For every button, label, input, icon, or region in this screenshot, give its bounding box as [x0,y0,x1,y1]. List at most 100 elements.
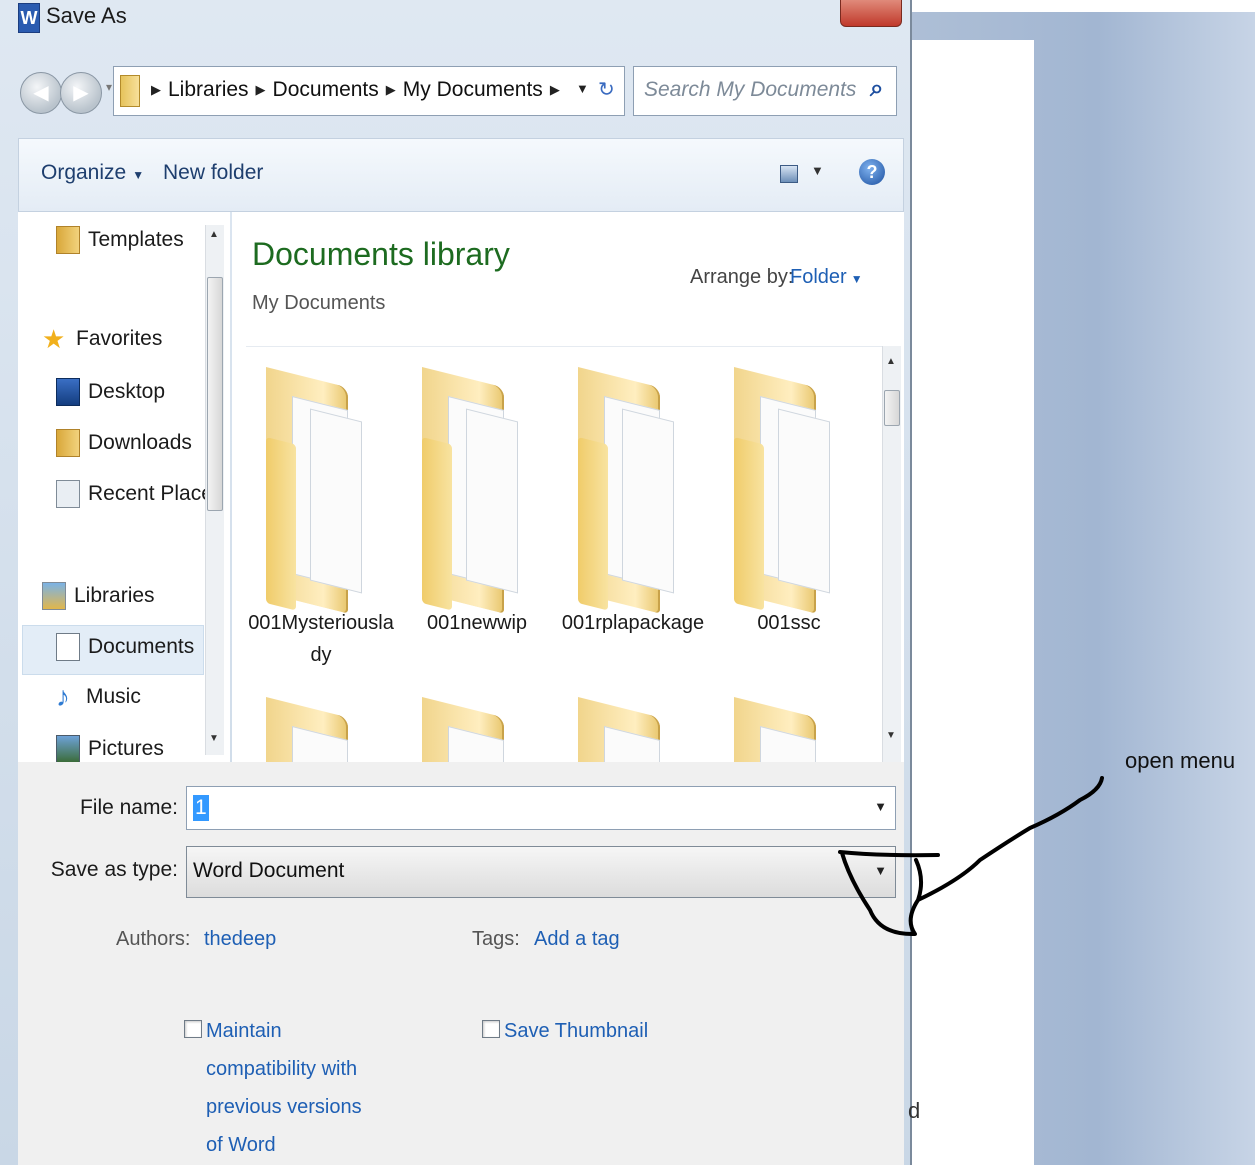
nav-item-label: Downloads [88,431,192,454]
tags-input[interactable]: Add a tag [534,928,620,951]
nav-item-label: Libraries [74,584,155,607]
word-app-icon: W [18,3,40,33]
folder-item[interactable] [558,677,708,762]
star-icon: ★ [42,324,66,354]
folder-icon [578,697,674,762]
folder-item[interactable]: 001newwip [402,347,552,677]
recent-pages-dropdown-icon[interactable]: ▾ [106,80,112,94]
file-name-input[interactable]: 1 ▼ [186,786,896,830]
folder-icon [422,367,518,614]
search-input[interactable]: Search My Documents ⌕ [633,66,897,116]
window-title: Save As [46,3,127,28]
word-document-page [905,40,1034,1165]
chevron-down-icon: ▼ [850,272,863,286]
authors-value[interactable]: thedeep [204,928,276,951]
nav-pane-scrollbar[interactable]: ▲ ▼ [205,225,224,755]
downloads-icon [56,429,80,457]
folder-icon [734,367,830,614]
folder-icon [56,226,80,254]
chevron-right-icon: ▶ [151,82,161,97]
nav-item-libraries[interactable]: Libraries [42,582,155,626]
arrange-by-dropdown[interactable]: Folder ▼ [790,266,863,289]
refresh-icon[interactable]: ↻ [598,77,615,102]
nav-item-templates[interactable]: Templates [56,226,184,270]
save-as-dialog: W Save As ◀ ▶ ▾ ▶ Libraries ▶ Documents ▶ My … [0,0,912,1165]
authors-label: Authors: [116,928,191,950]
folder-icon [422,697,518,762]
content-scrollbar[interactable]: ▲ ▼ [882,346,901,762]
chevron-right-icon[interactable]: ▶ [386,82,396,97]
tags-label: Tags: [472,928,520,950]
word-document-text: d [908,1098,921,1123]
save-as-type-label: Save as type: [50,858,178,881]
library-subtitle: My Documents [252,292,386,314]
close-button[interactable] [840,0,902,27]
file-name-label: File name: [79,796,178,819]
nav-item-favorites[interactable]: ★ Favorites [42,326,162,370]
folder-item[interactable] [402,677,552,762]
scrollbar-thumb[interactable] [884,390,900,426]
address-dropdown-icon[interactable]: ▼ [576,81,589,96]
nav-item-label: Pictures [88,737,164,760]
breadcrumb-libraries[interactable]: Libraries [168,78,249,101]
nav-item-desktop[interactable]: Desktop [56,378,165,422]
scroll-down-icon[interactable]: ▼ [886,730,896,741]
save-thumbnail-checkbox[interactable] [482,1020,500,1038]
annotation-open-menu: open menu [1125,748,1236,773]
chevron-down-icon: ▼ [132,168,145,182]
folder-item[interactable]: 001Mysteriouslady [246,347,396,677]
change-view-icon[interactable] [780,165,798,183]
pictures-icon [56,735,80,762]
chevron-down-icon[interactable]: ▼ [874,863,887,878]
breadcrumb: ▶ Libraries ▶ Documents ▶ My Documents ▶ [144,78,567,102]
folder-icon [734,697,830,762]
nav-item-label: Music [86,685,141,708]
folder-name: 001rplapackage [561,612,705,634]
folder-name: 001newwip [426,612,528,634]
breadcrumb-documents[interactable]: Documents [273,78,379,101]
chevron-down-icon[interactable]: ▼ [874,799,887,814]
scroll-up-icon[interactable]: ▲ [209,229,219,240]
folder-item[interactable]: 001ssc [714,347,864,677]
address-bar[interactable]: ▶ Libraries ▶ Documents ▶ My Documents ▶ ▼ ↻ [113,66,625,116]
title-bar: W Save As [0,0,910,36]
chevron-right-icon[interactable]: ▶ [550,82,560,97]
scroll-down-icon[interactable]: ▼ [209,733,219,744]
view-options-dropdown-icon[interactable]: ▼ [811,163,824,178]
save-as-type-value: Word Document [193,859,345,882]
nav-item-label: Templates [88,228,184,251]
navigation-buttons: ◀ ▶ ▾ [20,66,112,124]
save-as-type-select[interactable]: Word Document ▼ [186,846,896,898]
file-name-value: 1 [193,795,209,821]
save-thumbnail-label[interactable]: Save Thumbnail [504,1012,648,1050]
breadcrumb-my-documents[interactable]: My Documents [403,78,543,101]
arrange-by-value: Folder [790,266,847,288]
document-icon [56,633,80,661]
nav-item-recent-places[interactable]: Recent Places [56,480,223,524]
nav-item-documents[interactable]: Documents [56,633,194,677]
back-button[interactable]: ◀ [20,72,62,114]
search-icon[interactable]: ⌕ [870,75,883,103]
folder-icon [578,367,674,614]
organize-button[interactable]: Organize ▼ [41,161,144,185]
nav-item-downloads[interactable]: Downloads [56,429,192,473]
desktop-icon [56,378,80,406]
forward-button[interactable]: ▶ [60,72,102,114]
scroll-up-icon[interactable]: ▲ [886,356,896,367]
command-toolbar: Organize ▼ New folder ▼ ? [18,138,904,212]
folder-icon [266,367,362,614]
chevron-right-icon[interactable]: ▶ [256,82,266,97]
organize-label: Organize [41,161,127,184]
folder-item[interactable]: 001rplapackage [558,347,708,677]
folder-item[interactable] [714,677,864,762]
maintain-compatibility-label[interactable]: Maintain compatibility with previous ver… [206,1012,366,1164]
nav-item-music[interactable]: ♪ Music [56,681,141,728]
new-folder-button[interactable]: New folder [163,161,263,185]
music-icon: ♪ [56,681,70,712]
folder-item[interactable] [246,677,396,762]
maintain-compatibility-checkbox[interactable] [184,1020,202,1038]
help-icon[interactable]: ? [859,159,885,185]
nav-item-pictures[interactable]: Pictures [56,735,164,762]
scrollbar-thumb[interactable] [207,277,223,511]
arrange-by-label: Arrange by: [690,266,794,288]
